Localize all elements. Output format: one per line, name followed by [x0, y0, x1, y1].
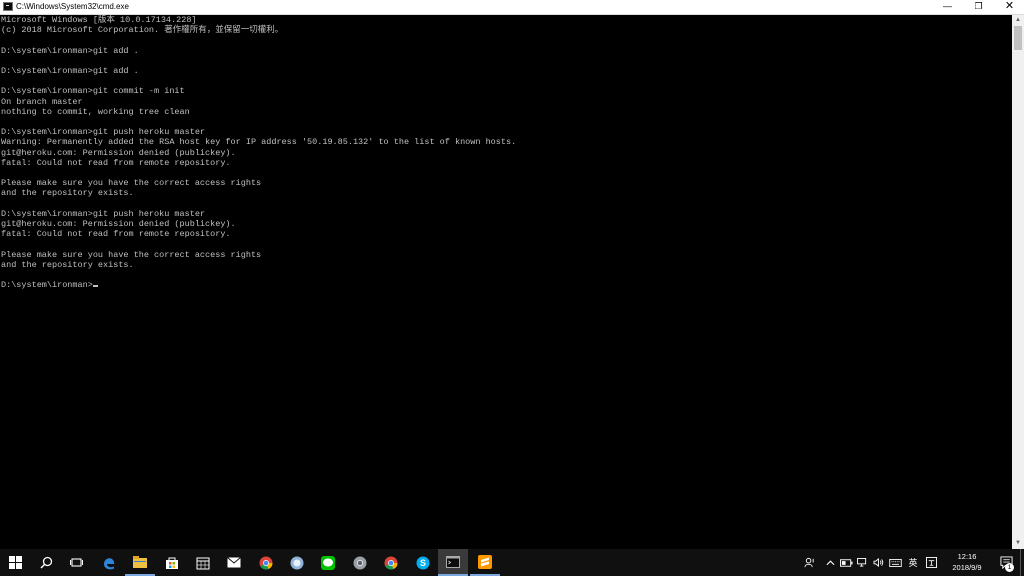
people-icon	[803, 557, 814, 568]
search-button[interactable]	[31, 549, 61, 576]
console-output-area[interactable]: Microsoft Windows [版本 10.0.17134.228] (c…	[0, 15, 1012, 549]
app-icon	[290, 556, 304, 569]
start-button[interactable]	[0, 549, 30, 576]
show-desktop-button[interactable]	[1020, 549, 1024, 576]
scroll-up-arrow-icon[interactable]: ▲	[1012, 15, 1024, 26]
keyboard-icon	[888, 558, 902, 567]
cmd-icon	[446, 555, 460, 568]
chevron-up-icon	[826, 559, 834, 565]
action-center-button[interactable]	[996, 549, 1016, 576]
scroll-thumb[interactable]	[1014, 26, 1022, 50]
line-button[interactable]	[313, 549, 343, 576]
clock-date: 2018/9/9	[952, 563, 982, 572]
speaker-icon	[873, 558, 883, 567]
restore-button[interactable]: ❐	[963, 0, 994, 14]
line-icon	[321, 555, 335, 570]
sublime-icon	[478, 554, 492, 569]
show-hidden-icons-button[interactable]	[822, 549, 838, 576]
network-icon	[856, 558, 866, 567]
folder-icon	[133, 555, 147, 568]
console-text: Microsoft Windows [版本 10.0.17134.228] (c…	[1, 15, 517, 291]
notification-count-badge: 1	[1005, 563, 1014, 572]
mail-icon	[227, 557, 241, 568]
windows-logo-icon	[8, 556, 22, 569]
vertical-scrollbar[interactable]: ▲ ▼	[1012, 15, 1024, 549]
close-button[interactable]: ✕	[994, 0, 1024, 14]
task-view-icon	[69, 558, 83, 567]
task-view-button[interactable]	[61, 549, 91, 576]
text-cursor	[92, 285, 98, 288]
skype-button[interactable]: S	[408, 549, 438, 576]
battery-button[interactable]	[838, 549, 854, 576]
chrome-icon	[259, 556, 273, 569]
calendar-icon	[196, 557, 210, 569]
people-button[interactable]	[800, 549, 818, 576]
ime-mode-indicator[interactable]: 英	[905, 549, 921, 576]
scroll-down-arrow-icon[interactable]: ▼	[1012, 538, 1024, 549]
battery-icon	[839, 558, 853, 567]
search-icon	[39, 556, 52, 569]
clock[interactable]: 12:16 2018/9/9	[940, 549, 994, 576]
window-title: C:\Windows\System32\cmd.exe	[16, 2, 129, 11]
ime-icon	[925, 557, 937, 568]
edge-icon	[104, 557, 115, 569]
store-icon	[166, 557, 178, 569]
network-button[interactable]	[854, 549, 870, 576]
minimize-button[interactable]: —	[932, 0, 963, 14]
mail-button[interactable]	[219, 549, 249, 576]
clock-time: 12:16	[957, 552, 977, 561]
chrome-icon	[384, 556, 398, 569]
calendar-button[interactable]	[188, 549, 218, 576]
store-button[interactable]	[157, 549, 187, 576]
chrome-2-button[interactable]	[376, 549, 406, 576]
sublime-button[interactable]	[470, 549, 500, 576]
edge-button[interactable]	[94, 549, 124, 576]
taskbar: S 英 12:16 2018/9/9 1	[0, 549, 1024, 576]
skype-icon: S	[416, 556, 430, 569]
volume-button[interactable]	[870, 549, 886, 576]
file-explorer-button[interactable]	[125, 549, 155, 576]
ime-options-button[interactable]	[922, 549, 940, 576]
chrome-icon	[353, 556, 367, 569]
title-bar[interactable]: C:\Windows\System32\cmd.exe — ❐ ✕	[0, 0, 1024, 15]
touch-keyboard-button[interactable]	[886, 549, 904, 576]
chrome-alt-button[interactable]	[345, 549, 375, 576]
cmd-app-icon[interactable]	[3, 2, 13, 11]
cmd-button[interactable]	[438, 549, 468, 576]
svg-text:S: S	[420, 558, 426, 568]
app-button[interactable]	[282, 549, 312, 576]
chrome-button[interactable]	[251, 549, 281, 576]
